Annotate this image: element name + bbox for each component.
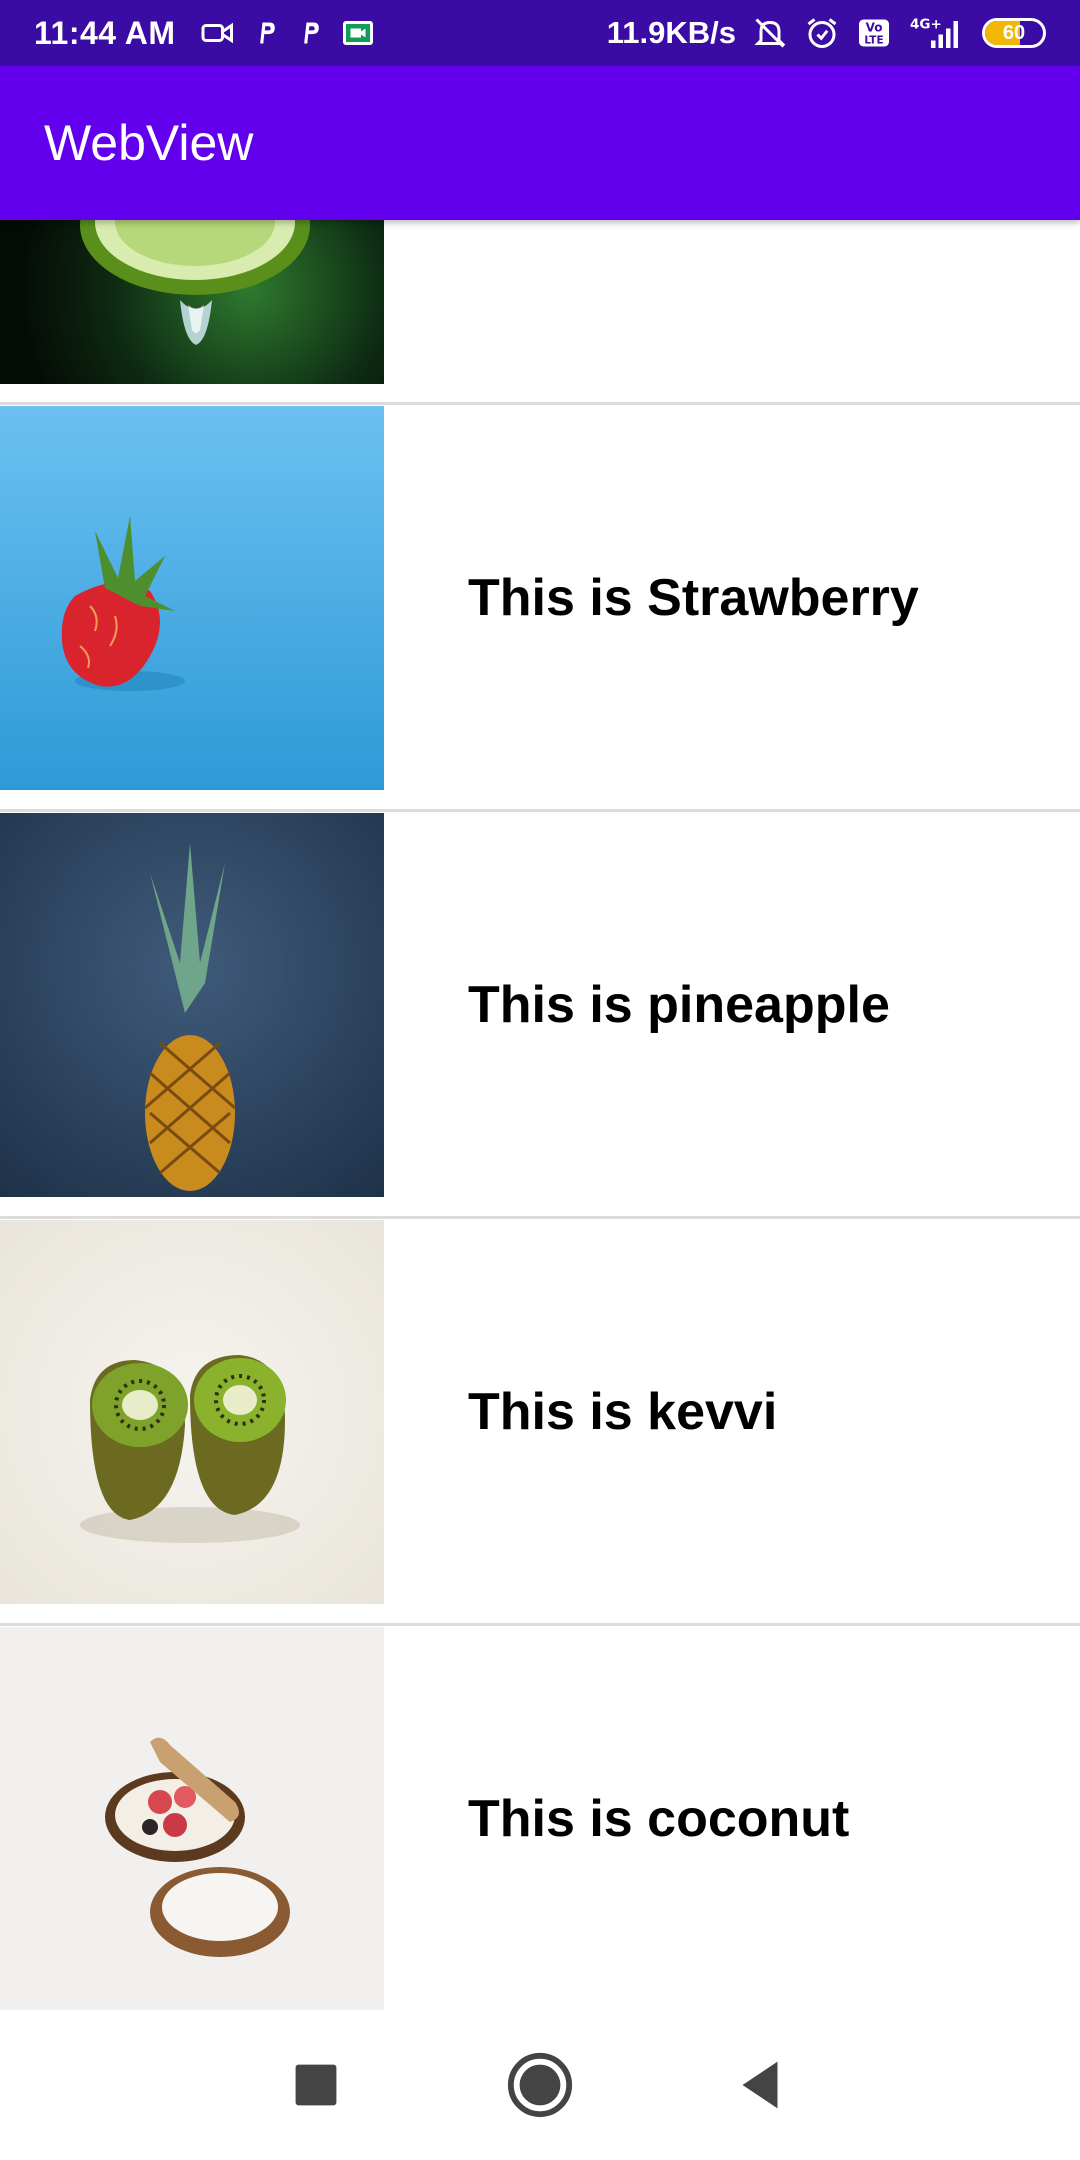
svg-text:4G+: 4G+ [910,17,942,33]
p-app-icon [296,15,324,51]
app-bar: WebView [0,66,1080,220]
fruit-list[interactable]: This is lemon [0,0,1080,2160]
network-speed: 11.9KB/s [606,15,736,50]
bell-off-icon [752,15,788,51]
list-item[interactable]: This is Strawberry [0,406,1080,790]
navigation-bar [0,2010,1080,2160]
home-button[interactable] [505,2050,575,2120]
meet-icon [340,15,376,51]
list-item-label: This is pineapple [468,976,890,1034]
list-item[interactable]: This is kevvi [0,1220,1080,1604]
battery-level: 60 [1002,21,1026,44]
p-app-icon [252,15,280,51]
back-button[interactable] [725,2050,795,2120]
video-camera-icon [200,15,236,51]
list-item-label: This is kevvi [468,1383,778,1441]
screen: This is lemon [0,0,1080,2160]
battery-icon: 60 [982,18,1046,48]
divider [0,402,1080,405]
circle-icon [507,2052,573,2118]
list-item-label: This is Strawberry [468,569,919,627]
list-item[interactable]: This is coconut [0,1627,1080,2011]
list-item-label: This is coconut [468,1790,850,1848]
pineapple-image [0,813,384,1197]
app-title: WebView [44,115,254,171]
recents-button[interactable] [281,2050,351,2120]
status-bar: 11:44 AM 11.9KB/s Vo LTE 4G+ 60 [0,0,1080,66]
list-item[interactable]: This is pineapple [0,813,1080,1197]
strawberry-image [0,406,384,790]
svg-text:Vo: Vo [866,21,883,35]
divider [0,809,1080,812]
coconut-image [0,1627,384,2011]
signal-4g-icon: 4G+ [908,15,966,51]
kiwi-image [0,1220,384,1604]
divider [0,1216,1080,1219]
volte-icon: Vo LTE [856,15,892,51]
status-time: 11:44 AM [34,14,176,51]
divider [0,1623,1080,1626]
square-icon [295,2064,337,2106]
triangle-back-icon [742,2061,778,2109]
svg-text:LTE: LTE [864,35,883,47]
alarm-icon [804,15,840,51]
